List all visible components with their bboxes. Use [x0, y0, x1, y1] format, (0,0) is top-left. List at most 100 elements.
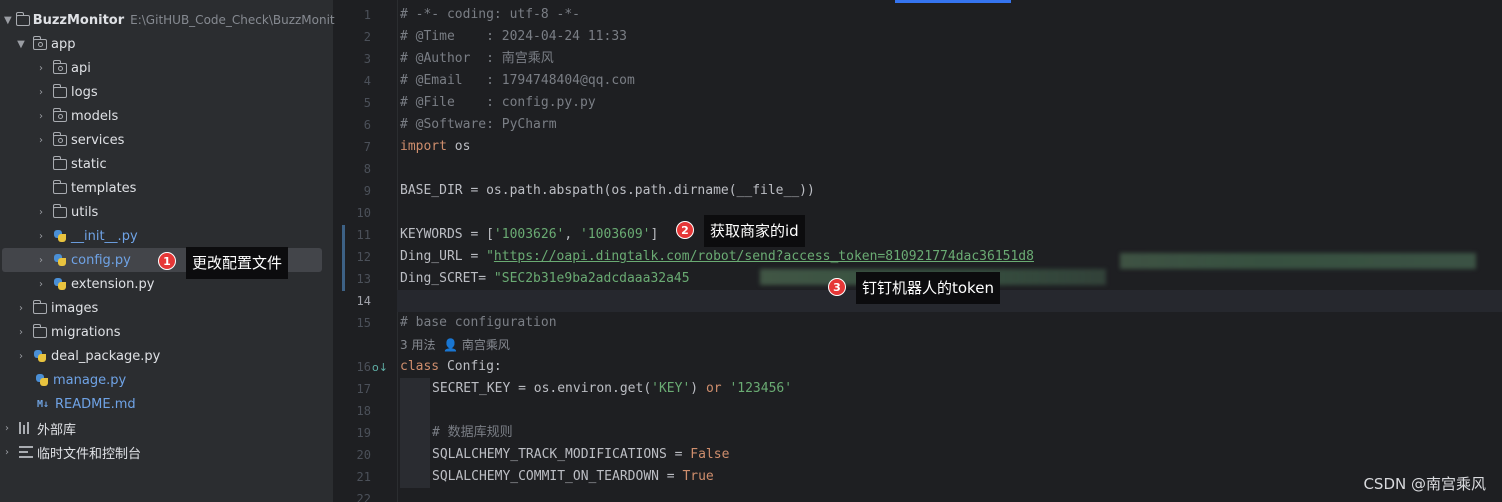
tree-item-label: 外部库 — [37, 422, 77, 438]
chevron-right-icon[interactable]: › — [34, 253, 48, 267]
code-line-17: SECRET_KEY = os.environ.get('KEY') or '1… — [432, 378, 792, 400]
tree-item-external-libraries[interactable]: › 外部库 — [0, 416, 334, 440]
code-line-2: # @Time : 2024-04-24 11:33 — [400, 29, 627, 44]
code-line-15: # base configuration — [400, 315, 557, 330]
annotation-label-1: 更改配置文件 — [186, 247, 289, 279]
chevron-right-icon[interactable]: › — [34, 109, 48, 123]
chevron-right-icon[interactable]: › — [34, 229, 48, 243]
code-token: ] — [650, 227, 659, 242]
line-number: 22 — [356, 492, 371, 502]
annotation-label-3: 钉钉机器人的token — [856, 272, 1000, 304]
tree-item-label: config.py — [71, 252, 131, 268]
tree-item-label: logs — [71, 84, 98, 100]
code-line-3: # @Author : 南宫乘风 — [400, 51, 554, 66]
code-editor[interactable]: 1 2 3 4 5 6 7 8 9 10 11 12 13 14 15 16 1… — [335, 0, 1502, 502]
annotation-badge-1: 1 — [158, 252, 176, 270]
line-number: 8 — [363, 162, 371, 176]
tree-item-init-py[interactable]: › __init__.py — [0, 224, 334, 248]
tree-item-app[interactable]: ▼ app — [0, 32, 334, 56]
python-file-icon — [52, 228, 68, 244]
python-file-icon — [32, 348, 48, 364]
code-token: ) — [690, 381, 706, 396]
folder-icon — [52, 83, 68, 100]
tree-item-label: __init__.py — [71, 228, 138, 244]
gutter-separator — [397, 0, 398, 502]
code-token: SQLALCHEMY_COMMIT_ON_TEARDOWN = — [432, 469, 683, 484]
annotation-badge-2: 2 — [676, 221, 694, 239]
package-folder-icon — [52, 131, 68, 148]
tree-item-label: api — [71, 60, 91, 76]
chevron-down-icon[interactable]: ▼ — [4, 13, 12, 27]
chevron-right-icon[interactable]: › — [14, 349, 28, 363]
chevron-right-icon[interactable]: › — [34, 133, 48, 147]
folder-icon — [52, 155, 68, 172]
tree-item-scratches[interactable]: › 临时文件和控制台 — [0, 440, 334, 464]
chevron-down-icon[interactable]: ▼ — [14, 37, 28, 51]
tree-item-label: extension.py — [71, 276, 155, 292]
line-number-current: 14 — [356, 294, 371, 308]
tree-item-static[interactable]: static — [0, 152, 334, 176]
code-line-20: SQLALCHEMY_TRACK_MODIFICATIONS = False — [432, 444, 729, 466]
code-area[interactable]: # -*- coding: utf-8 -*- # @Time : 2024-0… — [397, 0, 1502, 502]
tree-item-label: utils — [71, 204, 99, 220]
chevron-right-icon[interactable]: › — [14, 301, 28, 315]
keyword-token: True — [682, 469, 714, 484]
code-line-13: Ding_SCRET= "SEC2b31e9ba2adcdaaa32a45 — [400, 268, 690, 290]
line-number: 12 — [356, 250, 371, 264]
keyword-token: import — [400, 139, 447, 154]
code-line-6: # @Software: PyCharm — [400, 117, 557, 132]
tree-item-logs[interactable]: › logs — [0, 80, 334, 104]
python-file-icon — [52, 276, 68, 292]
tree-item-migrations[interactable]: › migrations — [0, 320, 334, 344]
folder-icon — [15, 11, 30, 28]
library-icon — [18, 420, 34, 436]
project-name: BuzzMonitor — [32, 12, 125, 28]
tree-item-label: deal_package.py — [51, 348, 161, 364]
scratch-icon — [18, 444, 34, 460]
tree-root-buzzmonitor[interactable]: ▼ BuzzMonitor E:\GitHUB_Code_Check\BuzzM… — [0, 8, 347, 32]
code-line-16: class Config: — [400, 356, 502, 378]
tree-item-services[interactable]: › services — [0, 128, 334, 152]
line-number: 10 — [356, 206, 371, 220]
folder-icon — [52, 179, 68, 196]
chevron-right-icon[interactable]: › — [34, 277, 48, 291]
chevron-right-icon[interactable]: › — [34, 85, 48, 99]
implementation-gutter-icon[interactable]: o↓ — [372, 361, 388, 374]
chevron-right-icon[interactable]: › — [14, 325, 28, 339]
code-line-11: KEYWORDS = ['1003626', '1003609'] — [400, 224, 658, 246]
tree-item-readme-md[interactable]: M↓ README.md — [0, 392, 334, 416]
tree-item-deal-package-py[interactable]: › deal_package.py — [0, 344, 334, 368]
line-number: 4 — [363, 74, 371, 88]
tree-item-models[interactable]: › models — [0, 104, 334, 128]
chevron-right-icon[interactable]: › — [34, 205, 48, 219]
chevron-right-icon[interactable]: › — [34, 61, 48, 75]
chevron-right-icon[interactable]: › — [0, 445, 14, 459]
tree-item-label: templates — [71, 180, 137, 196]
line-number: 3 — [363, 52, 371, 66]
url-link[interactable]: https://oapi.dingtalk.com/robot/send?acc… — [494, 249, 1034, 264]
line-number: 9 — [363, 184, 371, 198]
keyword-token: False — [690, 447, 730, 462]
string-token: "SEC2b31e9ba2adcdaaa32a45 — [493, 271, 690, 286]
tree-item-label: static — [71, 156, 107, 172]
redacted-token-blur — [1120, 253, 1476, 269]
tree-item-manage-py[interactable]: manage.py — [0, 368, 334, 392]
code-token: SQLALCHEMY_TRACK_MODIFICATIONS = — [432, 447, 691, 462]
line-number: 19 — [356, 426, 371, 440]
line-number: 21 — [356, 470, 371, 484]
tree-item-images[interactable]: › images — [0, 296, 334, 320]
inlay-hint[interactable]: 3 用法 👤 南宫乘风 — [400, 334, 510, 356]
tree-item-label: migrations — [51, 324, 121, 340]
tree-item-label: 临时文件和控制台 — [37, 446, 142, 462]
folder-icon — [32, 323, 48, 340]
keyword-token: or — [705, 381, 722, 396]
code-line-21: SQLALCHEMY_COMMIT_ON_TEARDOWN = True — [432, 466, 714, 488]
tree-item-api[interactable]: › api — [0, 56, 334, 80]
string-token: '123456' — [729, 381, 793, 396]
tree-item-utils[interactable]: › utils — [0, 200, 334, 224]
chevron-right-icon[interactable]: › — [0, 421, 14, 435]
line-number: 7 — [363, 140, 371, 154]
tree-item-templates[interactable]: templates — [0, 176, 334, 200]
tree-item-label: manage.py — [53, 372, 127, 388]
usages-hint[interactable]: 3 用法 — [400, 338, 435, 352]
